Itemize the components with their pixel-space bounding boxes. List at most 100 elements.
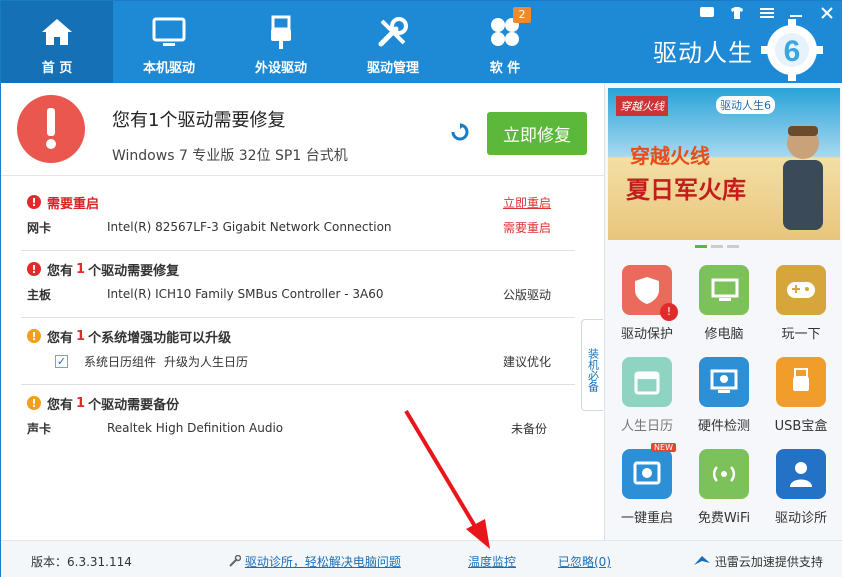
warning-icon: ! [27, 262, 41, 276]
banner-brand-logo: 驱动人生6 [716, 96, 775, 114]
tile-label: 驱动诊所 [774, 511, 827, 526]
status-summary: 您有1个驱动需要修复 Windows 7 专业版 32位 SP1 台式机 立即修… [1, 83, 604, 176]
device-status: 公版驱动 [503, 287, 552, 302]
thunder-bird-icon [694, 556, 710, 565]
section-title-pre: 您有 [47, 263, 74, 279]
tile-one-click[interactable]: NEW 一键重启 [611, 443, 683, 526]
tile-usb-box[interactable]: USB宝盒 [765, 357, 837, 434]
tile-label: USB宝盒 [774, 419, 828, 434]
temperature-monitor-link[interactable]: 温度监控 [468, 555, 516, 569]
monitor-icon [152, 15, 186, 49]
tile-label: 人生日历 [620, 419, 673, 434]
tile-label: 驱动保护 [620, 327, 673, 342]
clinic-link-wrap: 驱动诊所，轻松解决电脑问题 [229, 553, 401, 570]
disc-icon: NEW [622, 443, 676, 499]
device-name: Intel(R) 82567LF-3 Gigabit Network Conne… [107, 220, 392, 234]
refresh-icon[interactable] [451, 123, 469, 141]
section-repair: ! 您有 1 个驱动需要修复 主板 Intel(R) ICH10 Family … [27, 258, 575, 308]
section-title-post: 个系统增强功能可以升级 [88, 330, 232, 346]
device-name: Intel(R) ICH10 Family SMBus Controller -… [107, 287, 384, 301]
tile-driver-clinic[interactable]: 驱动诊所 [765, 449, 837, 526]
version-text: 版本：6.3.31.114 [31, 555, 132, 569]
tile-play[interactable]: 玩一下 [765, 265, 837, 342]
divider [21, 250, 575, 251]
tile-driver-protect[interactable]: ! 驱动保护 [611, 265, 683, 342]
shield-icon: ! [622, 265, 678, 321]
section-count: 1 [76, 395, 86, 411]
system-info: Windows 7 专业版 32位 SP1 台式机 [112, 148, 348, 164]
tile-calendar[interactable]: 人生日历 [611, 357, 683, 434]
tile-fix-pc[interactable]: 修电脑 [688, 265, 760, 342]
pager-dot[interactable] [695, 245, 707, 248]
ignored-link[interactable]: 已忽略(0) [558, 555, 611, 569]
warning-icon: ! [27, 195, 41, 209]
info-icon: ! [27, 396, 41, 410]
right-panel: 穿越火线 驱动人生6 穿越火线 夏日军火库 ! 驱动保护 修电脑 玩一下 人生日… [604, 83, 842, 540]
nav-peripheral-drivers-label: 外设驱动 [254, 61, 307, 76]
section-backup: ! 您有 1 个驱动需要备份 声卡 Realtek High Definitio… [27, 392, 575, 442]
status-bar: 版本：6.3.31.114 驱动诊所，轻松解决电脑问题 温度监控 已忽略(0) … [1, 540, 842, 577]
nav-home-label: 首 页 [41, 61, 73, 76]
list-item: 主板 Intel(R) ICH10 Family SMBus Controlle… [27, 280, 575, 308]
nav-local-drivers-label: 本机驱动 [142, 61, 195, 76]
tile-label: 一键重启 [620, 511, 673, 526]
hardware-icon [699, 357, 749, 407]
section-count: 1 [76, 328, 86, 344]
usb-box-icon [776, 357, 826, 407]
alert-icon [17, 95, 85, 163]
doctor-icon [776, 449, 826, 499]
component-desc: 升级为人生日历 [164, 354, 249, 369]
nav-driver-management[interactable]: 驱动管理 [337, 1, 449, 83]
essentials-side-tab[interactable]: 装机必备 [581, 319, 603, 411]
nav-software[interactable]: 软 件 2 [449, 1, 561, 83]
home-icon [40, 15, 74, 49]
top-header: 首 页 本机驱动 外设驱动 驱动管理 软 件 2 驱动人生 6 [1, 1, 842, 83]
main-nav: 首 页 本机驱动 外设驱动 驱动管理 软 件 2 [1, 1, 561, 83]
calendar-icon [622, 357, 672, 407]
software-update-badge: 2 [513, 7, 531, 23]
cloud-credit-text: 迅雷云加速提供支持 [714, 555, 823, 569]
restart-now-link[interactable]: 立即重启 [503, 194, 551, 211]
device-type: 声卡 [27, 421, 52, 436]
brand-logo: 驱动人生 6 [653, 19, 823, 81]
banner-line1: 穿越火线 [630, 144, 710, 168]
section-title: 需要重启 [47, 196, 100, 212]
pager-dot[interactable] [727, 245, 739, 248]
section-count: 1 [76, 261, 86, 277]
nav-local-drivers[interactable]: 本机驱动 [113, 1, 225, 83]
nav-software-label: 软 件 [489, 61, 521, 76]
tile-free-wifi[interactable]: 免费WiFi [688, 449, 760, 526]
nav-peripheral-drivers[interactable]: 外设驱动 [225, 1, 337, 83]
usb-icon [264, 15, 298, 49]
stethoscope-icon [699, 265, 749, 315]
section-title-pre: 您有 [47, 330, 74, 346]
list-item: 网卡 Intel(R) 82567LF-3 Gigabit Network Co… [27, 213, 575, 241]
section-title-post: 个驱动需要修复 [88, 263, 180, 279]
pager-dot[interactable] [711, 245, 723, 248]
tile-hardware-check[interactable]: 硬件检测 [688, 357, 760, 434]
section-title-pre: 您有 [47, 397, 74, 413]
tile-label: 修电脑 [704, 327, 744, 342]
fix-now-button[interactable]: 立即修复 [487, 112, 587, 155]
brand-name: 驱动人生 [653, 38, 753, 67]
tile-label: 免费WiFi [697, 511, 751, 526]
new-badge: NEW [651, 443, 676, 452]
section-title-post: 个驱动需要备份 [88, 397, 180, 413]
device-type: 主板 [27, 287, 52, 302]
gamepad-icon [776, 265, 826, 315]
driver-genius-window: 首 页 本机驱动 外设驱动 驱动管理 软 件 2 驱动人生 6 您有1个驱动需要… [0, 0, 842, 577]
section-upgrade: ! 您有 1 个系统增强功能可以升级 ✓ 系统日历组件 升级为人生日历 建议优化 [27, 325, 575, 375]
list-item: ✓ 系统日历组件 升级为人生日历 建议优化 [27, 347, 575, 375]
device-status: 需要重启 [503, 220, 552, 235]
wifi-icon [699, 449, 749, 499]
side-tab-label: 装机必备 [586, 348, 600, 392]
nav-home[interactable]: 首 页 [1, 1, 113, 83]
driver-clinic-link[interactable]: 驱动诊所，轻松解决电脑问题 [245, 555, 401, 569]
tools-icon [376, 15, 410, 49]
list-item: 声卡 Realtek High Definition Audio 未备份 [27, 414, 575, 442]
promo-banner[interactable]: 穿越火线 驱动人生6 穿越火线 夏日军火库 [608, 88, 840, 240]
upgrade-checkbox[interactable]: ✓ [55, 354, 68, 368]
banner-game-logo: 穿越火线 [616, 96, 668, 116]
wrench-icon [229, 554, 242, 567]
component-status: 建议优化 [503, 354, 552, 369]
